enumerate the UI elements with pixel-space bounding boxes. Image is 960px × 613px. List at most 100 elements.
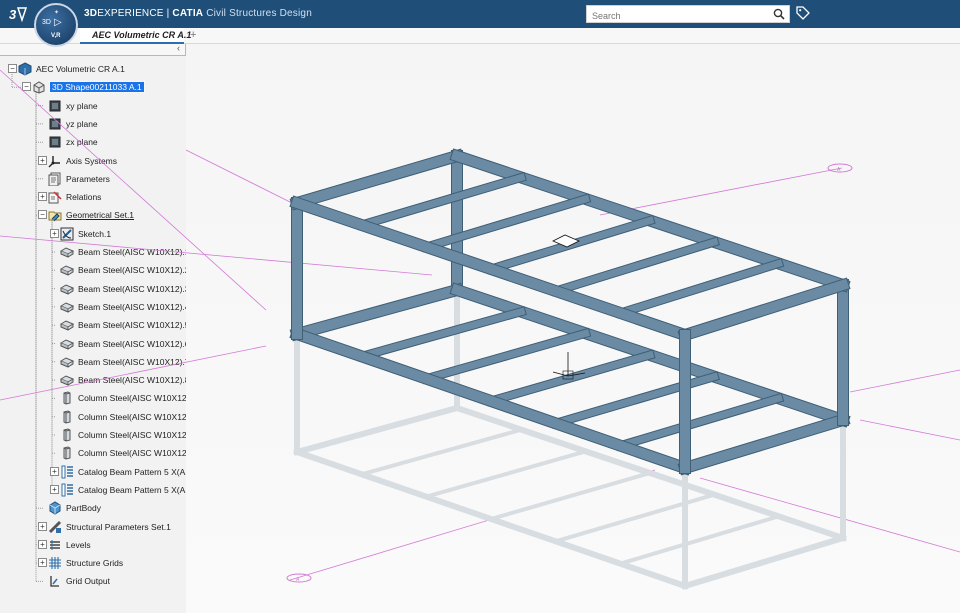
beam-icon xyxy=(59,318,75,332)
brand-3d: 3D xyxy=(84,8,98,19)
tree-node[interactable]: Beam Steel(AISC W10X12).5 xyxy=(0,317,190,333)
beam-icon xyxy=(59,263,75,277)
tree-node-label: Beam Steel(AISC W10X12).1 xyxy=(78,247,190,257)
struct-params-icon xyxy=(48,520,62,534)
tree-node-label: Catalog Beam Pattern 5 X(AISC xyxy=(78,466,200,477)
relations-icon xyxy=(48,190,62,204)
tree-node[interactable]: Beam Steel(AISC W10X12).6 xyxy=(0,336,190,352)
tree-node[interactable]: Beam Steel(AISC W10X12).2 xyxy=(0,262,190,278)
tree-node[interactable]: Column Steel(AISC W10X12).2 xyxy=(0,409,197,425)
tree-node-label: Levels xyxy=(66,539,91,550)
tree-node-label: yz plane xyxy=(66,118,98,129)
collapse-icon[interactable]: − xyxy=(22,82,31,92)
expand-icon[interactable]: + xyxy=(38,155,47,165)
axis-icon xyxy=(48,154,62,168)
tree-node-label: Relations xyxy=(66,192,102,203)
tree-node[interactable]: + Relations xyxy=(0,189,186,205)
tree-node[interactable]: + Catalog Beam Pattern 5 X(AISC xyxy=(0,482,199,498)
tree-node-label: Grid Output xyxy=(66,576,110,587)
column-icon xyxy=(60,391,74,405)
tree-node[interactable]: − AEC Volumetric CR A.1 xyxy=(0,61,186,77)
tree-node[interactable]: Column Steel(AISC W10X12).3 xyxy=(0,427,197,443)
expand-icon[interactable]: + xyxy=(50,228,59,238)
parameters-icon xyxy=(48,172,62,187)
tree-node[interactable]: Beam Steel(AISC W10X12).4 xyxy=(0,299,190,315)
tree-node-label: Beam Steel(AISC W10X12).6 xyxy=(78,338,190,349)
brand-catia: CATIA xyxy=(172,8,204,19)
beam-icon xyxy=(59,337,75,351)
pattern-icon xyxy=(60,465,74,479)
tab-aec-volumetric[interactable]: AEC Volumetric CR A.1 xyxy=(80,28,191,44)
tree-node[interactable]: + Axis Systems xyxy=(0,153,186,169)
tree-node-label: Beam Steel(AISC W10X12).7 xyxy=(78,356,190,367)
beam-icon xyxy=(59,355,75,369)
tree-node-label: Parameters xyxy=(66,173,110,184)
play-icon[interactable]: ▷ xyxy=(54,17,62,28)
tree-node-label: 3D Shape00211033 A.1 xyxy=(49,81,145,94)
compass-3d-label: 3D xyxy=(42,19,51,26)
tree-node-label: Column Steel(AISC W10X12).4 xyxy=(78,448,197,459)
add-tab-button[interactable]: + xyxy=(190,29,196,41)
tree-node-label: PartBody xyxy=(66,503,101,514)
tree-node[interactable]: Grid Output xyxy=(0,573,186,589)
tree-node[interactable]: + Structure Grids xyxy=(0,555,186,571)
compass-widget[interactable]: ✦ 3D ▷ V,R xyxy=(34,3,78,47)
pattern-icon xyxy=(60,483,74,497)
column-icon xyxy=(60,428,74,442)
tag-icon[interactable] xyxy=(796,6,810,20)
tree-node[interactable]: Beam Steel(AISC W10X12).7 xyxy=(0,354,190,370)
beam-icon xyxy=(59,300,75,314)
tree-node-label: Catalog Beam Pattern 5 X(AISC xyxy=(78,484,200,495)
expand-icon[interactable]: + xyxy=(38,192,47,202)
tree-node-label: Beam Steel(AISC W10X12).5 xyxy=(78,320,190,331)
3d-viewport[interactable] xyxy=(186,44,960,613)
collapse-icon[interactable]: − xyxy=(38,210,47,220)
tree-node[interactable]: + Structural Parameters Set.1 xyxy=(0,519,186,535)
tree-node[interactable]: Column Steel(AISC W10X12).1 xyxy=(0,390,197,406)
compass-vr-label: V,R xyxy=(51,33,61,39)
plane-icon xyxy=(48,99,62,113)
search-icon[interactable] xyxy=(773,8,785,20)
specification-tree-panel: ‹ − AEC Volumetric CR A.1−3D Shape0021103… xyxy=(0,43,199,613)
expand-icon[interactable]: + xyxy=(50,484,59,494)
search-input[interactable] xyxy=(587,8,767,24)
tree-node[interactable]: − Geometrical Set.1 xyxy=(0,207,186,223)
tree-node[interactable]: Column Steel(AISC W10X12).4 xyxy=(0,445,197,461)
tree-node[interactable]: yz plane xyxy=(0,116,186,132)
beam-icon xyxy=(59,245,75,259)
tree-node[interactable]: Beam Steel(AISC W10X12).8 xyxy=(0,372,190,388)
tree-node-label: Column Steel(AISC W10X12).1 xyxy=(78,393,197,404)
app-role: Civil Structures Design xyxy=(203,8,312,19)
tree-node[interactable]: xy plane xyxy=(0,98,186,114)
svg-text:3: 3 xyxy=(9,7,17,22)
expand-icon[interactable]: + xyxy=(38,521,47,531)
tree-collapse-bar[interactable]: ‹ xyxy=(0,43,186,56)
tree-node-label: Column Steel(AISC W10X12).3 xyxy=(78,430,197,440)
app-title: 3DEXPERIENCE | CATIA Civil Structures De… xyxy=(84,8,312,19)
tree-node[interactable]: − 3D Shape00211033 A.1 xyxy=(0,79,186,95)
tree-node[interactable]: PartBody xyxy=(0,500,186,516)
expand-icon[interactable]: + xyxy=(50,466,59,476)
3ds-logo-icon[interactable]: 3 xyxy=(8,4,30,24)
tree-node[interactable]: Parameters xyxy=(0,171,186,187)
tree-node-label: Beam Steel(AISC W10X12).8 xyxy=(78,375,190,386)
tree-node[interactable]: zx plane xyxy=(0,134,186,150)
beam-icon xyxy=(59,373,75,387)
search-box[interactable] xyxy=(586,5,790,24)
expand-icon[interactable]: + xyxy=(38,558,47,568)
column-icon xyxy=(60,410,74,424)
tree-node-label: zx plane xyxy=(66,137,98,148)
collapse-icon[interactable]: − xyxy=(8,64,17,73)
product-icon xyxy=(18,62,32,76)
tree-node[interactable]: + Sketch.1 xyxy=(0,226,186,242)
tree-node[interactable]: + Catalog Beam Pattern 5 X(AISC xyxy=(0,464,199,480)
expand-icon[interactable]: + xyxy=(38,539,47,549)
tree-node[interactable]: Beam Steel(AISC W10X12).1 xyxy=(0,244,190,260)
beam-icon xyxy=(59,282,75,296)
partbody-icon xyxy=(48,501,62,515)
collapse-arrow-icon[interactable]: ‹ xyxy=(177,43,180,53)
tree-node-label: xy plane xyxy=(66,100,98,111)
tree-node[interactable]: + Levels xyxy=(0,537,186,553)
tree-node[interactable]: Beam Steel(AISC W10X12).3 xyxy=(0,281,190,297)
tree-node-label: Column Steel(AISC W10X12).2 xyxy=(78,411,197,422)
